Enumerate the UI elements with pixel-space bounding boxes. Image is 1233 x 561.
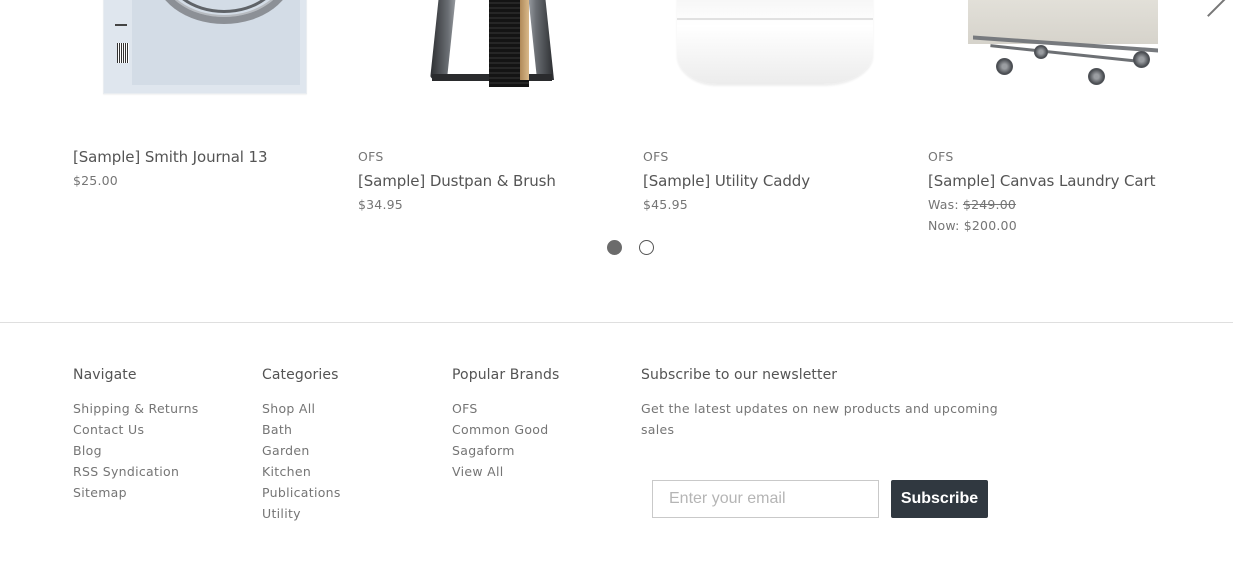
footer: Navigate Shipping & Returns Contact Us B…	[0, 323, 1233, 561]
product-title[interactable]: [Sample] Utility Caddy	[643, 171, 903, 191]
now-label: Now:	[928, 218, 960, 233]
was-price: Was: $249.00	[928, 194, 1188, 215]
footer-link-ofs[interactable]: OFS	[452, 401, 478, 416]
footer-heading: Categories	[262, 367, 339, 383]
product-card[interactable]: OFS [Sample] Canvas Laundry Cart Was: $2…	[928, 0, 1188, 236]
product-card[interactable]: [Sample] Smith Journal 13 $25.00	[73, 0, 333, 189]
footer-heading: Subscribe to our newsletter	[641, 367, 838, 383]
footer-link-blog[interactable]: Blog	[73, 443, 102, 458]
footer-link-sagaform[interactable]: Sagaform	[452, 443, 515, 458]
footer-link-kitchen[interactable]: Kitchen	[262, 464, 311, 479]
footer-link-shipping-returns[interactable]: Shipping & Returns	[73, 401, 199, 416]
was-label: Was:	[928, 197, 959, 212]
product-title[interactable]: [Sample] Canvas Laundry Cart	[928, 171, 1188, 191]
now-price: Now: $200.00	[928, 215, 1188, 236]
dustpan-brush-image[interactable]	[358, 0, 618, 125]
laundry-cart-image[interactable]	[928, 0, 1188, 125]
product-card[interactable]: OFS [Sample] Dustpan & Brush $34.95	[358, 0, 618, 213]
footer-navigate: Navigate Shipping & Returns Contact Us B…	[73, 366, 199, 503]
smith-journal-image[interactable]	[73, 0, 333, 125]
footer-brands: Popular Brands OFS Common Good Sagaform …	[452, 366, 559, 482]
newsletter-description: Get the latest updates on new products a…	[641, 401, 998, 437]
carousel-dot-1[interactable]	[607, 240, 622, 255]
footer-link-sitemap[interactable]: Sitemap	[73, 485, 127, 500]
product-price: $45.95	[643, 197, 688, 212]
product-title[interactable]: [Sample] Smith Journal 13	[73, 147, 333, 167]
footer-newsletter: Subscribe to our newsletter Get the late…	[641, 366, 1001, 440]
footer-categories: Categories Shop All Bath Garden Kitchen …	[262, 366, 341, 524]
footer-link-garden[interactable]: Garden	[262, 443, 310, 458]
subscribe-button[interactable]: Subscribe	[891, 480, 988, 518]
footer-link-contact-us[interactable]: Contact Us	[73, 422, 144, 437]
footer-link-utility[interactable]: Utility	[262, 506, 301, 521]
carousel-dot-2[interactable]	[639, 240, 654, 255]
product-card[interactable]: OFS [Sample] Utility Caddy $45.95	[643, 0, 903, 213]
now-price-value: $200.00	[963, 218, 1017, 233]
product-price: $25.00	[73, 173, 118, 188]
product-price: $34.95	[358, 197, 403, 212]
page: [Sample] Smith Journal 13 $25.00 OFS [Sa…	[0, 0, 1233, 561]
footer-heading: Navigate	[73, 367, 137, 383]
product-brand[interactable]: OFS	[928, 149, 1188, 165]
footer-link-shop-all[interactable]: Shop All	[262, 401, 315, 416]
chevron-right-icon[interactable]	[1207, 0, 1227, 17]
footer-link-publications[interactable]: Publications	[262, 485, 341, 500]
footer-link-common-good[interactable]: Common Good	[452, 422, 549, 437]
product-title[interactable]: [Sample] Dustpan & Brush	[358, 171, 618, 191]
product-brand[interactable]: OFS	[358, 149, 618, 165]
was-price-value: $249.00	[962, 197, 1017, 212]
email-input[interactable]	[652, 480, 879, 518]
footer-link-view-all[interactable]: View All	[452, 464, 504, 479]
footer-link-rss[interactable]: RSS Syndication	[73, 464, 179, 479]
footer-heading: Popular Brands	[452, 367, 560, 383]
footer-link-bath[interactable]: Bath	[262, 422, 292, 437]
related-products-carousel: [Sample] Smith Journal 13 $25.00 OFS [Sa…	[0, 0, 1233, 322]
product-brand[interactable]: OFS	[643, 149, 903, 165]
utility-caddy-image[interactable]	[643, 0, 903, 125]
